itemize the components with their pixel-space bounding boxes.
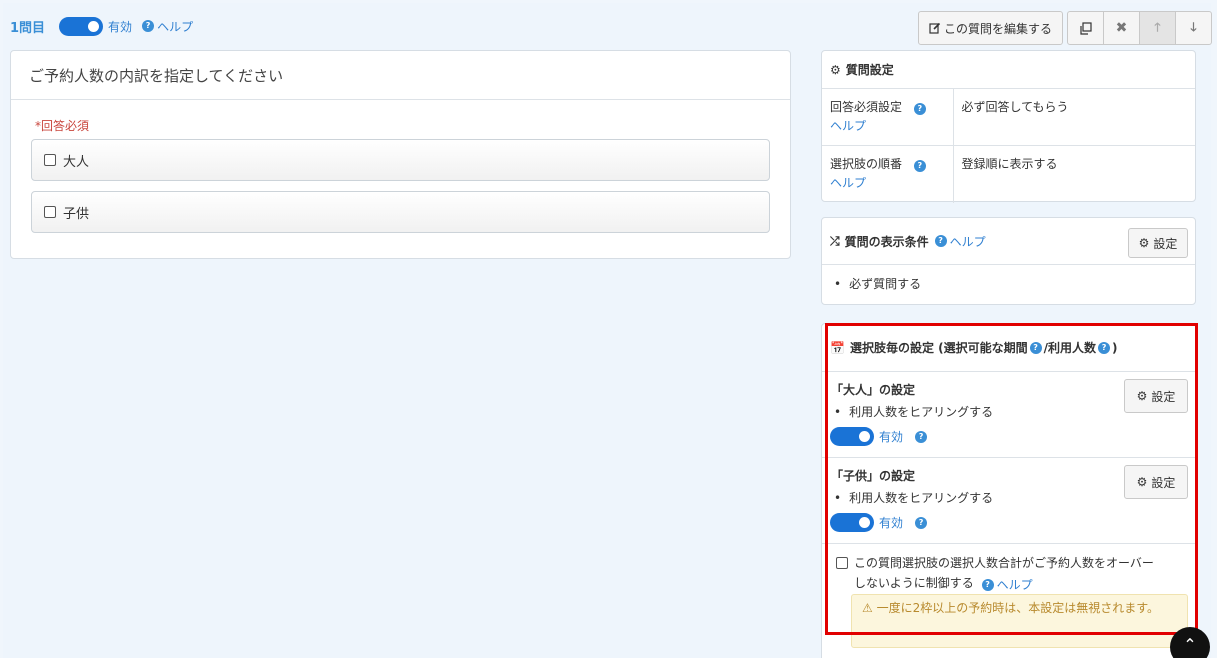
choice-option-adult[interactable]: 大人 (31, 139, 770, 181)
display-condition-item: 必ず質問する (834, 275, 921, 292)
question-settings-panel: ⚙ 質問設定 回答必須設定 ? ヘルプ 必ず回答してもらう 選択肢の順番 ? ヘ… (821, 50, 1196, 203)
question-toolbar: この質問を編集する ✖ 🡑 🡓 (917, 11, 1212, 45)
settings-key: 選択肢の順番 (830, 157, 903, 171)
question-enabled-toggle[interactable] (59, 16, 104, 36)
edit-question-button[interactable]: この質問を編集する (917, 11, 1063, 45)
settings-key: 回答必須設定 (830, 100, 903, 114)
question-status-label: 有効 (108, 19, 133, 34)
settings-help-link[interactable]: ヘルプ (830, 174, 866, 193)
display-condition-title: 質問の表示条件 (844, 234, 929, 249)
settings-row-required: 回答必須設定 ? ヘルプ 必ず回答してもらう (822, 88, 1195, 146)
question-settings-title: 質問設定 (845, 63, 894, 77)
question-panel: ご予約人数の内訳を指定してください *回答必須 大人 子供 (10, 50, 791, 259)
header-help-link[interactable]: ? ヘルプ (142, 18, 193, 35)
choice-option-child[interactable]: 子供 (31, 191, 770, 233)
edit-icon (929, 22, 941, 34)
display-condition-settings-button[interactable]: ⚙ 設定 (1128, 228, 1188, 258)
help-label: ヘルプ (949, 234, 986, 249)
chevron-up-icon: ⌃ (1183, 635, 1197, 654)
copy-icon (1080, 21, 1092, 35)
arrow-down-icon: 🡓 (1190, 19, 1197, 34)
help-icon[interactable]: ? (913, 103, 926, 115)
move-up-button[interactable]: 🡑 (1139, 11, 1176, 45)
settings-row-order: 選択肢の順番 ? ヘルプ 登録順に表示する (822, 145, 1195, 203)
display-condition-help-link[interactable]: ? ヘルプ (934, 233, 986, 250)
help-icon[interactable]: ? (913, 160, 926, 172)
delete-question-button[interactable]: ✖ (1103, 11, 1140, 45)
question-header: 1問目 有効 ? ヘルプ (10, 14, 193, 38)
question-action-group: ✖ 🡑 🡓 (1067, 11, 1212, 45)
settings-button-label: 設定 (1153, 236, 1178, 251)
help-label: ヘルプ (157, 19, 194, 34)
settings-key-cell: 選択肢の順番 ? ヘルプ (822, 145, 954, 203)
question-title: ご予約人数の内訳を指定してください (11, 51, 790, 100)
choice-checkbox[interactable] (44, 154, 56, 166)
question-settings-header: ⚙ 質問設定 (822, 51, 1195, 88)
help-icon: ? (934, 235, 947, 247)
question-settings-table: 回答必須設定 ? ヘルプ 必ず回答してもらう 選択肢の順番 ? ヘルプ 登録順に… (822, 88, 1195, 203)
choice-label: 子供 (63, 206, 90, 222)
settings-key-cell: 回答必須設定 ? ヘルプ (822, 88, 954, 146)
move-down-button[interactable]: 🡓 (1175, 11, 1212, 45)
required-label: *回答必須 (35, 119, 90, 133)
settings-help-link[interactable]: ヘルプ (830, 117, 866, 136)
settings-value: 必ず回答してもらう (953, 88, 1195, 146)
highlight-frame (825, 323, 1198, 635)
display-condition-panel: ⤮ 質問の表示条件 ? ヘルプ ⚙ 設定 必ず質問する (821, 217, 1196, 305)
question-number: 1問目 (10, 20, 46, 36)
shuffle-icon: ⤮ (830, 233, 840, 248)
help-icon: ? (142, 20, 155, 32)
settings-value: 登録順に表示する (953, 145, 1195, 203)
gear-icon: ⚙ (830, 62, 841, 77)
delete-icon: ✖ (1115, 20, 1128, 36)
choice-label: 大人 (63, 154, 90, 170)
gear-icon: ⚙ (1138, 236, 1150, 250)
edit-question-label: この質問を編集する (943, 21, 1052, 36)
copy-question-button[interactable] (1067, 11, 1104, 45)
choice-checkbox[interactable] (44, 206, 56, 218)
arrow-up-icon: 🡑 (1154, 19, 1161, 34)
